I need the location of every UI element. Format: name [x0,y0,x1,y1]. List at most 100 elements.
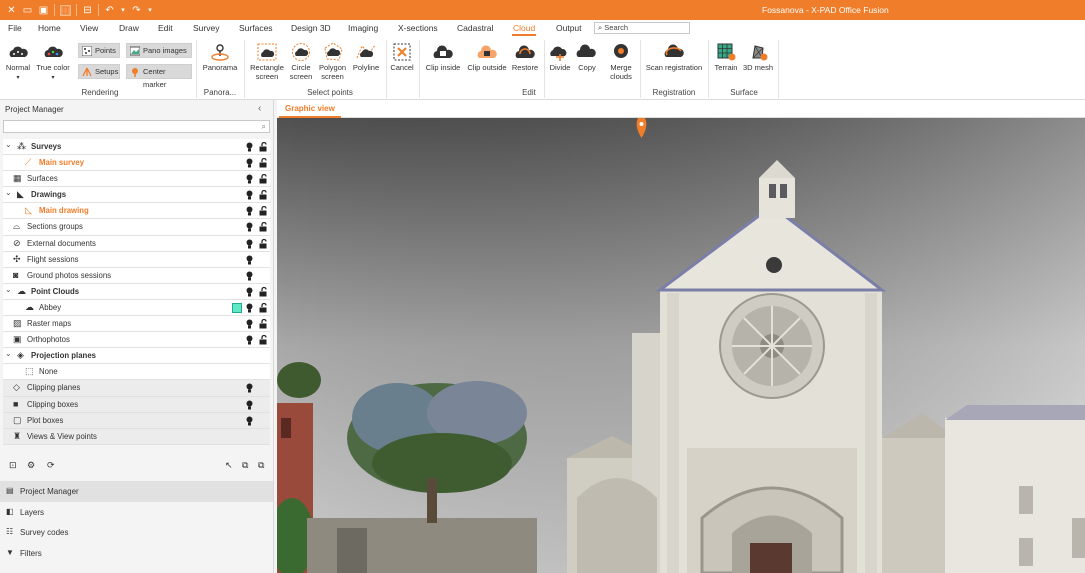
visibility-bulb-icon[interactable] [246,287,253,297]
polyline-select-button[interactable]: Polyline [350,42,382,73]
polygon-select-button[interactable]: Polygon screen [316,42,349,81]
normal-render-button[interactable]: Normal ▾ [4,42,32,82]
expand-chevron-icon[interactable]: ⌄ [5,188,12,197]
tree-row-external-documents[interactable]: ⊘ External documents [3,235,270,252]
visibility-bulb-icon[interactable] [246,142,253,152]
color-swatch[interactable] [232,302,242,313]
3d-mesh-button[interactable]: 3D mesh [741,42,775,73]
save-icon[interactable]: ▣ [38,5,49,16]
restore-button[interactable]: Restore [510,42,540,73]
divide-button[interactable]: Divide [547,42,573,73]
expand-chevron-icon[interactable]: ⌄ [5,285,12,294]
unlock-icon[interactable] [259,158,268,168]
menu-tab-cloud[interactable]: Cloud [511,23,537,36]
panorama-button[interactable]: Panorama [200,42,240,73]
chevron-down-icon[interactable]: ▾ [120,5,126,16]
tree-row-views-view-points[interactable]: ♜ Views & View points [3,428,270,445]
nav-item-filters[interactable]: ▼ Filters [0,543,273,564]
layout-icon[interactable]: ▥ [60,4,71,16]
graphic-viewport[interactable] [277,118,1085,573]
print-icon[interactable]: ⊟ [82,5,93,16]
tree-row-raster-maps[interactable]: ▨ Raster maps [3,316,270,333]
search-input[interactable]: ⌕ Search [594,22,690,34]
menu-tab-surfaces[interactable]: Surfaces [239,23,273,33]
display-icon[interactable]: ⊡ [9,460,17,471]
tree-search-input[interactable]: ⌕ [3,120,270,133]
unlock-icon[interactable] [259,174,268,184]
redo-icon[interactable]: ↷ [131,5,142,16]
tree-row-ground-photos-sessions[interactable]: ◙ Ground photos sessions [3,267,270,284]
clip-inside-button[interactable]: Clip inside [423,42,463,73]
visibility-bulb-icon[interactable] [246,400,253,410]
tree-row-plot-boxes[interactable]: ▢ Plot boxes [3,412,270,429]
terrain-button[interactable]: Terrain [711,42,741,73]
nav-item-layers[interactable]: ◧ Layers [0,502,273,523]
unlock-icon[interactable] [259,142,268,152]
tree-row-drawings[interactable]: ⌄ ◣ Drawings [3,187,270,204]
visibility-bulb-icon[interactable] [246,255,253,265]
visibility-bulb-icon[interactable] [246,383,253,393]
tree-row-main-drawing[interactable]: ◺ Main drawing [3,203,270,220]
tree-row-point-clouds[interactable]: ⌄ ☁ Point Clouds [3,283,270,300]
restore-window-icon[interactable]: ⧉ [242,460,248,471]
undo-icon[interactable]: ↶ [104,5,115,16]
expand-chevron-icon[interactable]: ⌄ [5,140,12,149]
unlock-icon[interactable] [259,206,268,216]
tree-row-flight-sessions[interactable]: ✣ Flight sessions [3,251,270,268]
true-color-button[interactable]: True color ▾ [34,42,72,82]
tree-row-surveys[interactable]: ⌄ ⁂ Surveys [3,139,270,156]
clip-outside-button[interactable]: Clip outside [464,42,510,73]
menu-tab-output[interactable]: Output [556,23,582,33]
rectangle-select-button[interactable]: Rectangle screen [248,42,286,81]
refresh-icon[interactable]: ⟳ [47,460,55,471]
menu-tab-home[interactable]: Home [38,23,61,33]
scan-registration-button[interactable]: Scan registration [642,42,706,73]
visibility-bulb-icon[interactable] [246,158,253,168]
menu-tab-view[interactable]: View [80,23,98,33]
tree-row-abbey[interactable]: ☁ Abbey [3,299,270,317]
window-icon[interactable]: ⧉ [258,460,264,471]
open-icon[interactable]: ▭ [22,5,33,16]
pano-images-toggle[interactable]: Pano images [126,43,192,58]
visibility-bulb-icon[interactable] [246,239,253,249]
visibility-bulb-icon[interactable] [246,303,253,313]
unlock-icon[interactable] [259,319,268,329]
cursor-icon[interactable]: ↖ [225,460,233,471]
points-toggle[interactable]: Points [78,43,120,58]
unlock-icon[interactable] [259,335,268,345]
tools-icon[interactable]: ⚙ [27,460,35,471]
tree-row-orthophotos[interactable]: ▣ Orthophotos [3,332,270,349]
menu-tab-survey[interactable]: Survey [193,23,219,33]
setups-toggle[interactable]: Setups [78,64,120,79]
center-marker-toggle[interactable]: Center marker [126,64,192,89]
menu-tab-cadastral[interactable]: Cadastral [457,23,493,33]
visibility-bulb-icon[interactable] [246,416,253,426]
unlock-icon[interactable] [259,222,268,232]
tab-graphic-view[interactable]: Graphic view [279,100,341,118]
copy-button[interactable]: Copy [574,42,600,73]
visibility-bulb-icon[interactable] [246,335,253,345]
collapse-panel-icon[interactable]: ‹ [258,103,261,114]
visibility-bulb-icon[interactable] [246,222,253,232]
tree-row-clipping-planes[interactable]: ◇ Clipping planes [3,380,270,397]
menu-tab-x-sections[interactable]: X-sections [398,23,438,33]
merge-clouds-button[interactable]: Merge clouds [604,42,638,81]
unlock-icon[interactable] [259,286,268,297]
menu-tab-imaging[interactable]: Imaging [348,23,378,33]
visibility-bulb-icon[interactable] [246,319,253,329]
unlock-icon[interactable] [259,238,268,249]
tree-row-sections-groups[interactable]: ⌓ Sections groups [3,219,270,236]
tree-row-clipping-boxes[interactable]: ■ Clipping boxes [3,396,270,413]
visibility-bulb-icon[interactable] [246,174,253,184]
nav-item-project-manager[interactable]: ▤ Project Manager [0,481,273,502]
cancel-selection-button[interactable]: Cancel [388,42,416,73]
visibility-bulb-icon[interactable] [246,190,253,200]
unlock-icon[interactable] [259,302,268,313]
tree-row-projection-planes[interactable]: ⌄ ◈ Projection planes [3,348,270,365]
tree-row-main-survey[interactable]: ⟋ Main survey [3,155,270,172]
menu-tab-design-3d[interactable]: Design 3D [291,23,331,33]
menu-tab-draw[interactable]: Draw [119,23,139,33]
menu-tab-file[interactable]: File [8,23,22,33]
unlock-icon[interactable] [259,190,268,200]
expand-chevron-icon[interactable]: ⌄ [5,349,12,358]
